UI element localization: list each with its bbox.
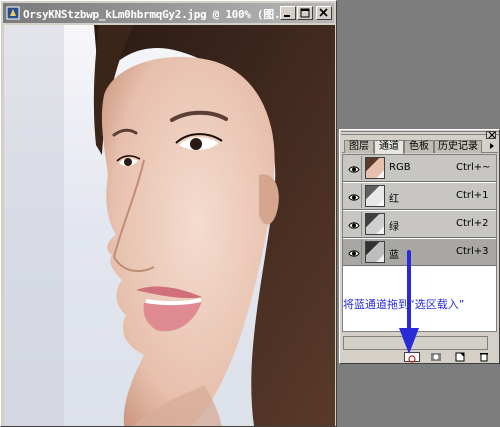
close-button[interactable]	[316, 6, 332, 20]
new-channel-icon[interactable]	[454, 352, 466, 362]
channel-name: 绿	[389, 222, 399, 233]
tab-layers[interactable]: 图层	[344, 140, 374, 153]
eye-icon	[348, 222, 360, 229]
save-selection-as-channel-icon[interactable]	[430, 352, 442, 362]
maximize-icon	[300, 8, 310, 18]
tab-channels[interactable]: 通道	[374, 140, 404, 154]
channel-row-rgb[interactable]: RGB Ctrl+~	[343, 155, 496, 182]
delete-channel-icon[interactable]	[478, 352, 490, 362]
channel-shortcut: Ctrl+~	[456, 162, 491, 173]
close-icon	[488, 132, 496, 138]
photoshop-doc-icon	[6, 6, 20, 20]
channel-name: RGB	[389, 162, 411, 173]
panel-menu-arrow-icon[interactable]	[488, 142, 496, 150]
image-canvas[interactable]	[4, 25, 335, 426]
channel-row-red[interactable]: 红 Ctrl+1	[343, 183, 496, 210]
document-title: OrsyKNStzbwp_kLm0hbrmqGy2.jpg @ 100% (图.…	[23, 8, 293, 21]
channel-name: 红	[389, 194, 399, 205]
panel-grip[interactable]	[341, 131, 499, 137]
close-icon	[319, 8, 328, 17]
eye-icon	[348, 194, 360, 201]
channel-thumbnail-rgb	[365, 157, 385, 179]
document-title-bar[interactable]: OrsyKNStzbwp_kLm0hbrmqGy2.jpg @ 100% (图.…	[3, 3, 334, 23]
panel-tabs: 图层 通道 色板 历史记录	[342, 140, 498, 154]
eye-icon	[348, 250, 360, 257]
eye-icon	[348, 166, 360, 173]
minimize-button[interactable]	[280, 6, 296, 20]
visibility-toggle[interactable]	[344, 184, 362, 208]
channel-shortcut: Ctrl+3	[456, 246, 489, 257]
visibility-toggle[interactable]	[344, 212, 362, 236]
channel-shortcut: Ctrl+2	[456, 218, 489, 229]
channel-shortcut: Ctrl+1	[456, 190, 489, 201]
minimize-icon	[284, 15, 290, 17]
portrait-photo	[4, 25, 335, 426]
tab-history[interactable]: 历史记录	[434, 140, 482, 153]
tab-swatches[interactable]: 色板	[404, 140, 434, 153]
channel-thumbnail-red	[365, 185, 385, 207]
visibility-toggle[interactable]	[344, 240, 362, 264]
maximize-button[interactable]	[297, 6, 313, 20]
panel-close-button[interactable]	[486, 131, 496, 139]
annotation-text: 将蓝通道拖到“选区载入”	[343, 298, 465, 311]
document-window: OrsyKNStzbwp_kLm0hbrmqGy2.jpg @ 100% (图.…	[0, 0, 337, 427]
channel-thumbnail-blue	[365, 241, 385, 263]
channel-row-green[interactable]: 绿 Ctrl+2	[343, 211, 496, 238]
channel-thumbnail-green	[365, 213, 385, 235]
visibility-toggle[interactable]	[344, 156, 362, 180]
